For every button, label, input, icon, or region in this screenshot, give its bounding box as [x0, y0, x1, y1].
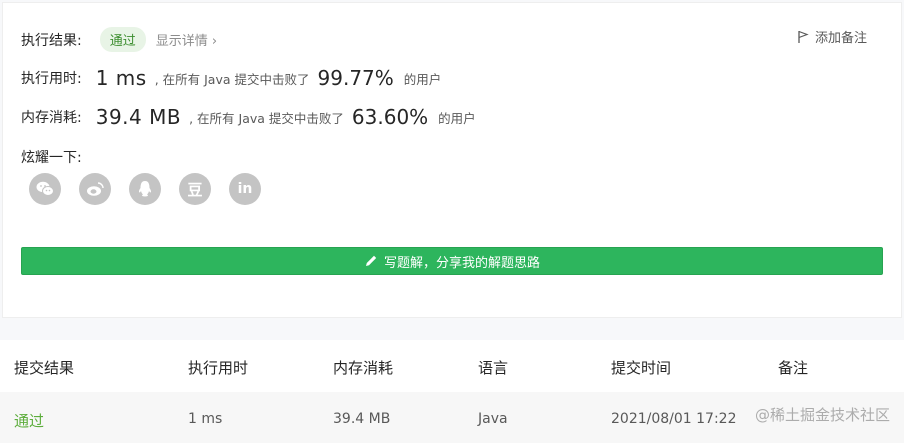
write-solution-button[interactable]: 写题解，分享我的解题思路	[21, 247, 883, 275]
memory-percent: 63.60%	[351, 105, 429, 129]
header-status: 提交结果	[14, 359, 75, 377]
douban-glyph: 豆	[187, 180, 203, 199]
linkedin-icon[interactable]: in	[229, 173, 261, 205]
memory-row: 内存消耗: 39.4 MB , 在所有 Java 提交中击败了 63.60% 的…	[21, 105, 476, 129]
header-submit-time: 提交时间	[611, 359, 672, 377]
watermark-text: @稀土掘金技术社区	[754, 406, 890, 424]
add-note-button[interactable]: 添加备注	[797, 27, 867, 46]
show-details-label: 显示详情	[155, 34, 208, 49]
add-note-label: 添加备注	[814, 31, 867, 46]
runtime-percent: 99.77%	[317, 66, 394, 90]
share-icons: 豆 in	[29, 173, 261, 205]
row-submit-time: 2021/08/01 17:22	[611, 411, 737, 427]
submission-result-card: 执行结果: 通过 显示详情 › 添加备注 执行用时: 1 ms , 在所有 Ja…	[2, 2, 902, 318]
header-runtime: 执行用时	[188, 359, 249, 377]
result-row: 执行结果: 通过 显示详情 ›	[21, 27, 217, 52]
submissions-table: 提交结果 执行用时 内存消耗 语言 提交时间 备注 通过 1 ms 39.4 M…	[0, 340, 904, 443]
result-label: 执行结果:	[21, 32, 82, 49]
chevron-right-icon: ›	[211, 34, 218, 49]
row-status-link[interactable]: 通过	[14, 410, 44, 431]
runtime-value: 1 ms	[95, 66, 147, 90]
share-label: 炫耀一下:	[21, 150, 82, 166]
qq-icon[interactable]	[129, 173, 161, 205]
runtime-text-after: 的用户	[403, 71, 442, 87]
header-language: 语言	[478, 359, 509, 377]
header-note: 备注	[778, 359, 809, 377]
memory-value: 39.4 MB	[95, 105, 182, 129]
header-memory: 内存消耗	[333, 359, 394, 377]
douban-icon[interactable]: 豆	[179, 173, 211, 205]
status-badge: 通过	[99, 27, 146, 52]
runtime-row: 执行用时: 1 ms , 在所有 Java 提交中击败了 99.77% 的用户	[21, 66, 441, 90]
linkedin-glyph: in	[237, 181, 253, 197]
pencil-icon	[365, 255, 377, 266]
row-runtime: 1 ms	[188, 411, 223, 427]
write-solution-label: 写题解，分享我的解题思路	[383, 255, 540, 271]
row-language: Java	[478, 411, 508, 427]
memory-text-after: 的用户	[438, 110, 476, 126]
weibo-icon[interactable]	[79, 173, 111, 205]
watermark: @稀土掘金技术社区	[755, 404, 890, 425]
flag-icon	[798, 30, 809, 43]
memory-text-before: , 在所有 Java 提交中击败了	[189, 110, 344, 126]
wechat-icon[interactable]	[29, 173, 61, 205]
show-details-link[interactable]: 显示详情 ›	[156, 30, 217, 49]
row-memory: 39.4 MB	[333, 411, 391, 427]
runtime-label: 执行用时:	[21, 71, 82, 87]
memory-label: 内存消耗:	[21, 110, 82, 126]
runtime-text-before: , 在所有 Java 提交中击败了	[154, 71, 310, 87]
share-label-row: 炫耀一下:	[21, 147, 82, 167]
